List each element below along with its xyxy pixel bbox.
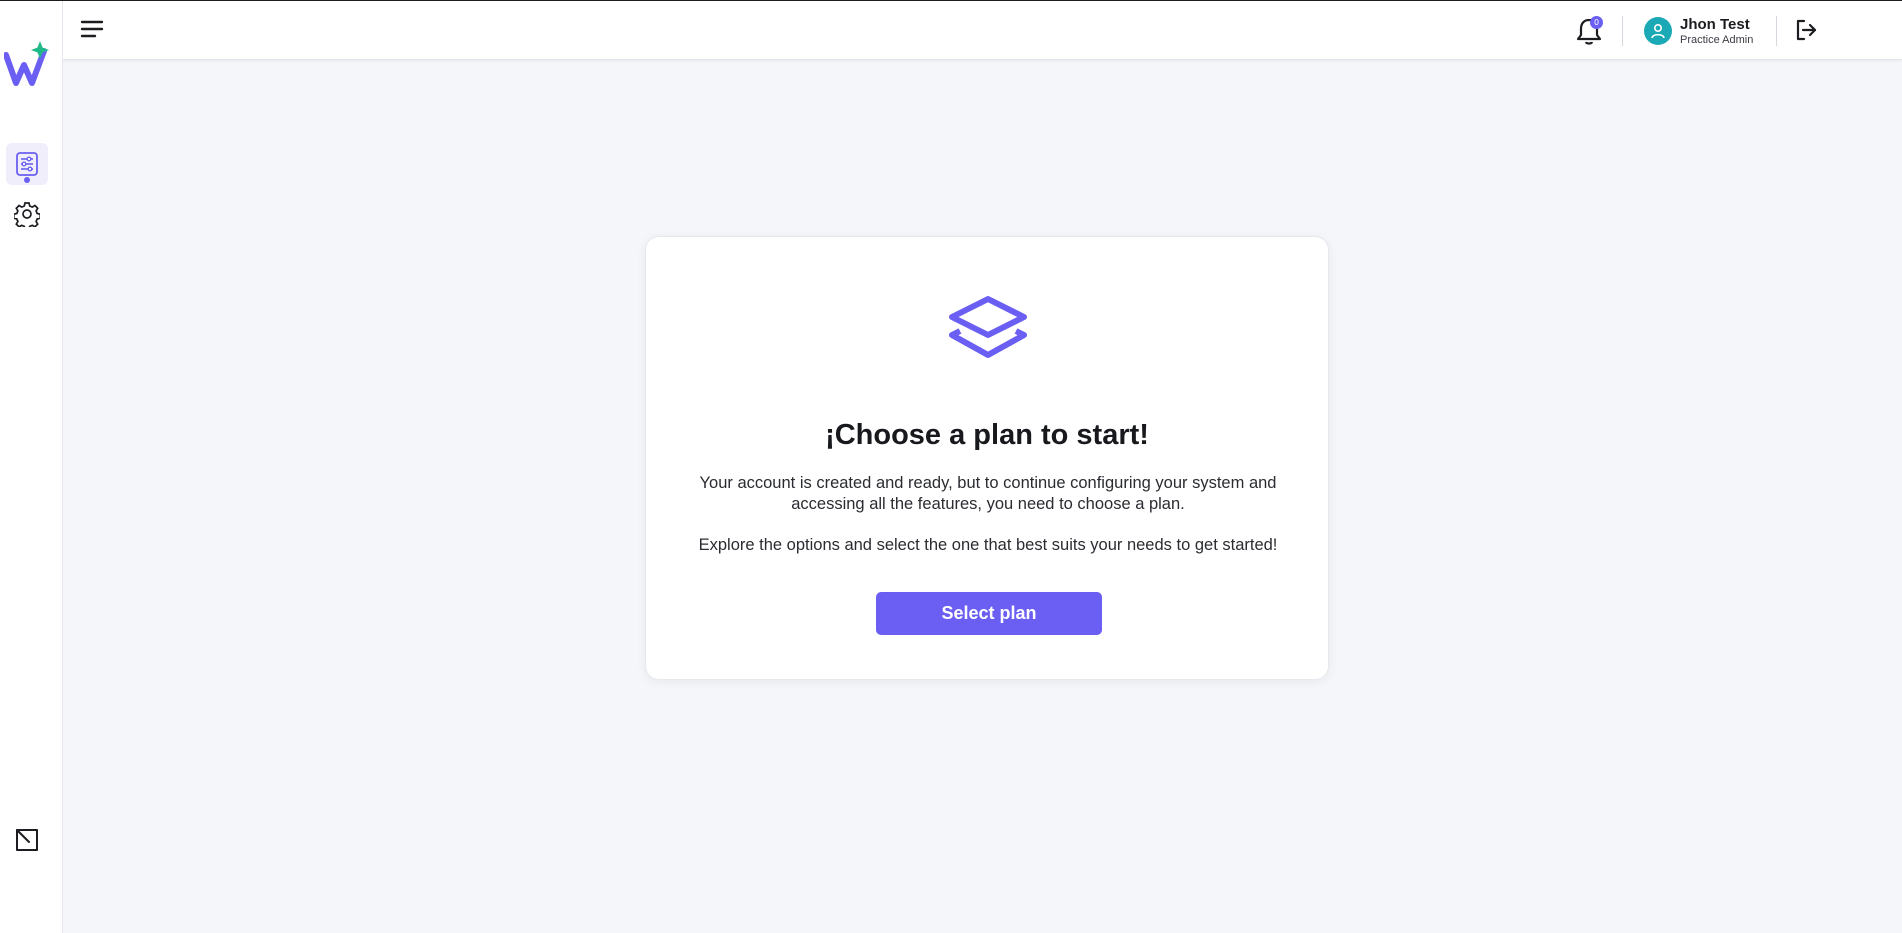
notification-count-badge: 0: [1590, 16, 1603, 29]
top-bar: 0 Jhon Test Practice Admin: [63, 1, 1902, 60]
user-icon: [1651, 23, 1665, 39]
layers-icon: [949, 296, 1027, 358]
avatar: [1644, 17, 1672, 45]
select-plan-button[interactable]: Select plan: [876, 592, 1102, 635]
menu-toggle-button[interactable]: [79, 18, 105, 40]
card-description: Your account is created and ready, but t…: [699, 474, 1277, 513]
divider: [1622, 16, 1623, 46]
active-indicator: [24, 177, 30, 183]
user-name: Jhon Test: [1680, 15, 1750, 33]
divider: [1776, 16, 1777, 46]
logout-button[interactable]: [1793, 17, 1819, 43]
collapse-arrow-icon: [16, 829, 38, 851]
logout-icon: [1796, 19, 1817, 41]
sidebar: [0, 1, 63, 933]
gear-icon: [14, 202, 40, 227]
hamburger-icon: [80, 20, 104, 38]
user-role: Practice Admin: [1680, 33, 1754, 46]
user-menu[interactable]: Jhon Test Practice Admin: [1644, 14, 1753, 48]
choose-plan-card: ¡Choose a plan to start! Your account is…: [645, 236, 1329, 680]
sidebar-item-dashboard[interactable]: [6, 143, 48, 185]
notifications-button[interactable]: 0: [1575, 16, 1605, 46]
sliders-list-icon: [16, 152, 38, 176]
card-hint: Explore the options and select the one t…: [698, 536, 1278, 554]
window-top-border: [0, 0, 1902, 1]
user-info: Jhon Test Practice Admin: [1680, 16, 1753, 47]
card-title: ¡Choose a plan to start!: [825, 419, 1149, 451]
collapse-sidebar-button[interactable]: [13, 826, 41, 854]
app-logo[interactable]: [4, 41, 52, 87]
sidebar-item-settings[interactable]: [6, 193, 48, 235]
